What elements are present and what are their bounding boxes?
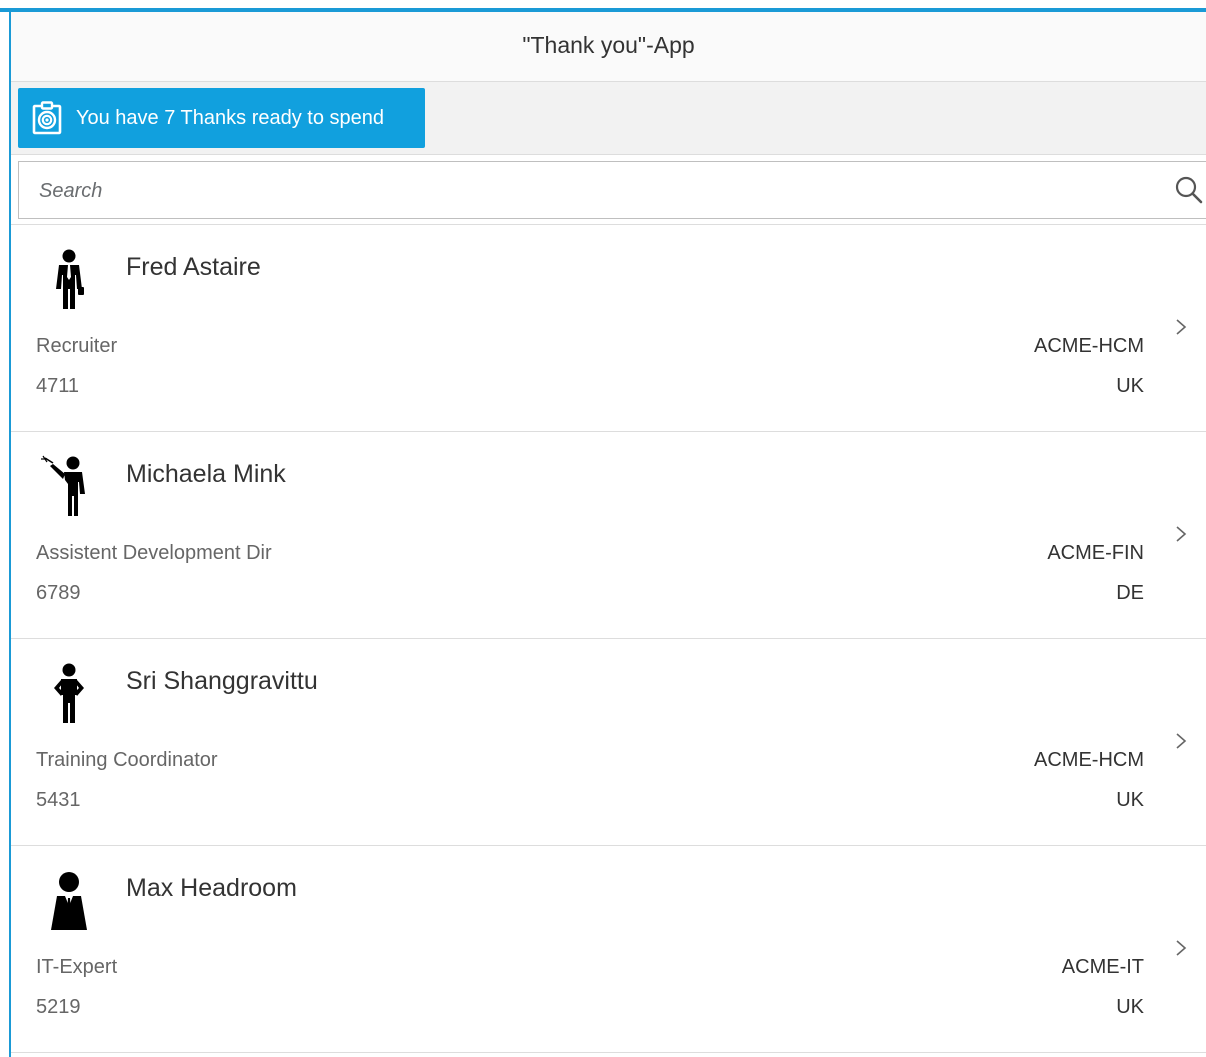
manager-suit-icon [39,868,99,934]
search-icon[interactable] [1174,175,1206,207]
employee-list-item[interactable]: Max Headroom IT-Expert 5219 ACME-IT UK [11,846,1206,1053]
badge-target-icon [32,101,62,135]
employee-country: DE [1116,582,1144,604]
employee-name: Max Headroom [126,874,297,902]
app-header: "Thank you"-App [11,12,1206,82]
businessman-icon [39,247,99,313]
employee-id: 4711 [36,375,80,397]
employee-id: 5219 [36,996,81,1018]
employee-country: UK [1116,996,1144,1018]
thank-you-app: "Thank you"-App You have 7 Thanks ready … [0,0,1206,1057]
person-hands-on-hips-icon [39,661,99,727]
employee-id: 5431 [36,789,81,811]
chevron-right-icon [1174,938,1188,958]
thanks-button-label: You have 7 Thanks ready to spend [76,106,385,129]
employee-id: 6789 [36,582,81,604]
employee-name: Michaela Mink [126,460,286,488]
employee-role: IT-Expert [36,956,118,978]
chevron-right-icon [1174,731,1188,751]
employee-org: ACME-FIN [1047,542,1144,564]
chevron-right-icon [1174,317,1188,337]
employee-country: UK [1116,789,1144,811]
search-field [18,161,1206,219]
employee-org: ACME-HCM [1034,749,1144,771]
search-input[interactable] [37,174,1141,208]
toolbar: You have 7 Thanks ready to spend [11,82,1206,155]
thanks-ready-button[interactable]: You have 7 Thanks ready to spend [18,88,425,148]
employee-role: Training Coordinator [36,749,218,771]
employee-org: ACME-IT [1061,956,1144,978]
employee-list-item[interactable]: Sri Shanggravittu Training Coordinator 5… [11,639,1206,846]
employee-list-item[interactable]: Fred Astaire Recruiter 4711 ACME-HCM UK [11,225,1206,432]
chevron-right-icon [1174,524,1188,544]
employee-name: Fred Astaire [126,253,261,281]
employee-name: Sri Shanggravittu [126,667,318,695]
page-title: "Thank you"-App [522,32,695,58]
presenter-icon [39,454,99,520]
employee-country: UK [1116,375,1144,397]
employee-role: Recruiter [36,335,118,357]
employee-list: Fred Astaire Recruiter 4711 ACME-HCM UK [11,225,1206,1053]
employee-list-item[interactable]: Michaela Mink Assistent Development Dir … [11,432,1206,639]
employee-role: Assistent Development Dir [36,542,272,564]
employee-org: ACME-HCM [1034,335,1144,357]
